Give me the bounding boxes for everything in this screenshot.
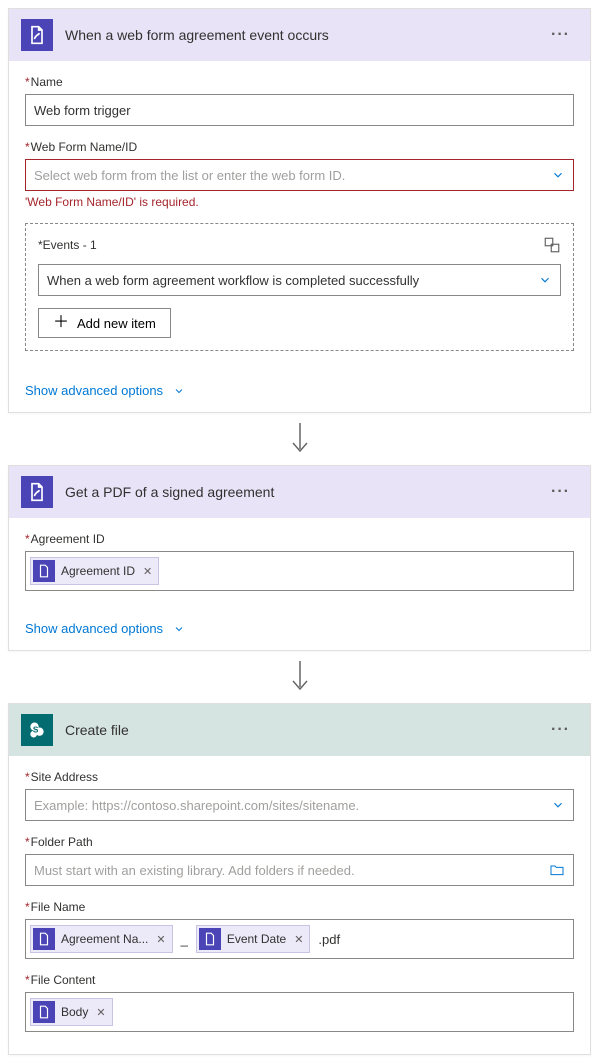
events-container: *Events - 1 When a web form agreement wo…	[25, 223, 574, 351]
token-agreement-id[interactable]: Agreement ID ✕	[30, 557, 159, 585]
filename-row: *File Name Agreement Na... ✕ _ Event Dat…	[25, 900, 574, 959]
token-remove[interactable]: ✕	[143, 565, 152, 578]
step-header[interactable]: S Create file ···	[9, 704, 590, 756]
svg-text:S: S	[33, 725, 39, 735]
site-input[interactable]: Example: https://contoso.sharepoint.com/…	[25, 789, 574, 821]
pdf-extension-text: .pdf	[314, 932, 344, 947]
chevron-down-icon	[173, 385, 185, 397]
agreement-row: *Agreement ID Agreement ID ✕	[25, 532, 574, 591]
filecontent-row: *File Content Body ✕	[25, 973, 574, 1032]
webform-placeholder: Select web form from the list or enter t…	[34, 168, 547, 183]
webform-input[interactable]: Select web form from the list or enter t…	[25, 159, 574, 191]
filecontent-input[interactable]: Body ✕	[25, 992, 574, 1032]
folder-picker-icon[interactable]	[549, 862, 565, 878]
webform-label: *Web Form Name/ID	[25, 140, 574, 154]
step-header[interactable]: When a web form agreement event occurs ·…	[9, 9, 590, 61]
token-agreement-name[interactable]: Agreement Na... ✕	[30, 925, 173, 953]
underscore-text: _	[177, 932, 192, 947]
token-body[interactable]: Body ✕	[30, 998, 113, 1026]
step-header[interactable]: Get a PDF of a signed agreement ···	[9, 466, 590, 518]
step-title: Create file	[65, 722, 531, 738]
add-new-item-button[interactable]: ＋ Add new item	[38, 308, 171, 338]
folder-row: *Folder Path Must start with an existing…	[25, 835, 574, 886]
connector-arrow	[8, 413, 591, 465]
folder-label: *Folder Path	[25, 835, 574, 849]
folder-input[interactable]: Must start with an existing library. Add…	[25, 854, 574, 886]
name-row: *Name Web form trigger	[25, 75, 574, 126]
webform-row: *Web Form Name/ID Select web form from t…	[25, 140, 574, 209]
events-value: When a web form agreement workflow is co…	[47, 273, 534, 288]
token-remove[interactable]: ✕	[96, 1006, 105, 1019]
connector-arrow	[8, 651, 591, 703]
step-body: *Site Address Example: https://contoso.s…	[9, 756, 590, 1054]
chevron-down-icon	[551, 168, 565, 182]
show-advanced-options[interactable]: Show advanced options	[9, 613, 590, 650]
adobe-icon	[21, 19, 53, 51]
token-event-date[interactable]: Event Date ✕	[196, 925, 311, 953]
plus-icon: ＋	[53, 315, 69, 331]
step-body: *Name Web form trigger *Web Form Name/ID…	[9, 61, 590, 375]
agreement-label: *Agreement ID	[25, 532, 574, 546]
adobe-icon	[33, 560, 55, 582]
filename-input[interactable]: Agreement Na... ✕ _ Event Date ✕ .pdf	[25, 919, 574, 959]
site-placeholder: Example: https://contoso.sharepoint.com/…	[34, 798, 547, 813]
folder-placeholder: Must start with an existing library. Add…	[34, 863, 549, 878]
chevron-down-icon	[173, 623, 185, 635]
step-getpdf-card: Get a PDF of a signed agreement ··· *Agr…	[8, 465, 591, 651]
name-input[interactable]: Web form trigger	[25, 94, 574, 126]
events-select[interactable]: When a web form agreement workflow is co…	[38, 264, 561, 296]
filename-label: *File Name	[25, 900, 574, 914]
step-body: *Agreement ID Agreement ID ✕	[9, 518, 590, 613]
token-remove[interactable]: ✕	[156, 933, 165, 946]
switch-mode-icon[interactable]	[543, 236, 561, 254]
adobe-icon	[199, 928, 221, 950]
webform-error: 'Web Form Name/ID' is required.	[25, 195, 574, 209]
token-remove[interactable]: ✕	[294, 933, 303, 946]
site-label: *Site Address	[25, 770, 574, 784]
adobe-icon	[21, 476, 53, 508]
adobe-icon	[33, 1001, 55, 1023]
name-value: Web form trigger	[34, 103, 565, 118]
show-advanced-options[interactable]: Show advanced options	[9, 375, 590, 412]
step-title: Get a PDF of a signed agreement	[65, 484, 531, 500]
step-createfile-card: S Create file ··· *Site Address Example:…	[8, 703, 591, 1055]
step-title: When a web form agreement event occurs	[65, 27, 531, 43]
name-label: *Name	[25, 75, 574, 89]
site-row: *Site Address Example: https://contoso.s…	[25, 770, 574, 821]
sharepoint-icon: S	[21, 714, 53, 746]
filecontent-label: *File Content	[25, 973, 574, 987]
more-menu[interactable]: ···	[543, 479, 578, 505]
events-header: *Events - 1	[38, 236, 561, 254]
events-label: *Events - 1	[38, 238, 97, 252]
step-trigger-card: When a web form agreement event occurs ·…	[8, 8, 591, 413]
more-menu[interactable]: ···	[543, 22, 578, 48]
more-menu[interactable]: ···	[543, 717, 578, 743]
chevron-down-icon	[538, 273, 552, 287]
chevron-down-icon	[551, 798, 565, 812]
agreement-input[interactable]: Agreement ID ✕	[25, 551, 574, 591]
adobe-icon	[33, 928, 55, 950]
